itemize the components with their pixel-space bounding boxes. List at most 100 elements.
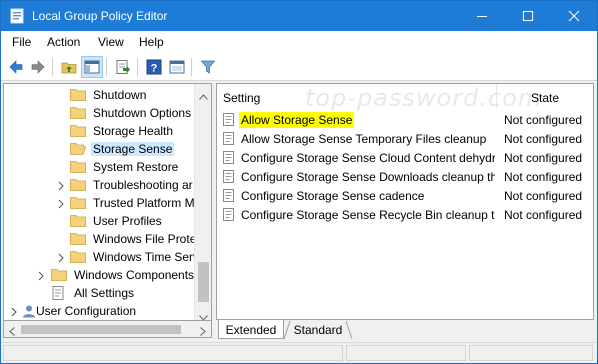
menu-help[interactable]: Help bbox=[139, 35, 164, 49]
policy-name: Allow Storage Sense Temporary Files clea… bbox=[241, 132, 487, 146]
menu-view[interactable]: View bbox=[98, 35, 124, 49]
tree-item-label: System Restore bbox=[93, 160, 179, 174]
tab-extended[interactable]: Extended bbox=[218, 320, 284, 339]
policy-setting-icon bbox=[223, 132, 234, 145]
tree-item-label: Trusted Platform M bbox=[93, 196, 195, 210]
policy-row[interactable]: Configure Storage Sense Recycle Bin clea… bbox=[217, 205, 593, 224]
tree-item-label: Windows Time Serv bbox=[93, 250, 200, 264]
back-button[interactable] bbox=[5, 56, 27, 78]
policy-row[interactable]: Allow Storage Sense Not configured bbox=[217, 110, 593, 129]
tree-item[interactable]: All Settings bbox=[4, 284, 197, 302]
tree-item[interactable]: Trusted Platform M bbox=[4, 194, 197, 212]
chevron-right-icon[interactable] bbox=[57, 252, 65, 263]
toolbar: ? bbox=[1, 53, 597, 81]
tree-item-label: Shutdown Options bbox=[93, 106, 192, 120]
tab-standard[interactable]: Standard bbox=[288, 320, 348, 339]
show-hide-tree-button[interactable] bbox=[81, 56, 103, 78]
policy-row[interactable]: Configure Storage Sense cadence Not conf… bbox=[217, 186, 593, 205]
tree-item-label: Storage Health bbox=[93, 124, 174, 138]
status-segment bbox=[469, 345, 593, 361]
folder-icon bbox=[70, 196, 86, 209]
minimize-button[interactable] bbox=[459, 1, 505, 31]
settings-list-pane[interactable]: top-password.com Setting State Allow Sto… bbox=[216, 83, 594, 320]
help-icon: ? bbox=[146, 59, 162, 75]
policy-setting-icon bbox=[223, 170, 234, 183]
folder-icon bbox=[70, 106, 86, 119]
filter-button[interactable] bbox=[197, 56, 219, 78]
tree-item[interactable]: Windows File Prote bbox=[4, 230, 197, 248]
tree-item-selected[interactable]: Storage Sense bbox=[4, 140, 197, 158]
policy-state: Not configured bbox=[504, 208, 583, 222]
group-policy-app-icon bbox=[10, 8, 24, 24]
menu-file[interactable]: File bbox=[12, 35, 31, 49]
column-header-state[interactable]: State bbox=[531, 84, 559, 108]
scrollbar-thumb[interactable] bbox=[21, 325, 181, 334]
tree-item-label: Windows File Prote bbox=[93, 232, 197, 246]
status-segment bbox=[3, 345, 343, 361]
policy-state: Not configured bbox=[504, 151, 583, 165]
open-folder-icon bbox=[70, 142, 87, 155]
filter-icon bbox=[200, 60, 216, 74]
forward-button[interactable] bbox=[27, 56, 49, 78]
policy-state: Not configured bbox=[504, 170, 583, 184]
close-button[interactable] bbox=[551, 1, 597, 31]
scroll-right-icon[interactable] bbox=[200, 325, 206, 339]
up-folder-icon bbox=[61, 62, 77, 74]
policy-row[interactable]: Configure Storage Sense Cloud Content de… bbox=[217, 148, 593, 167]
column-divider[interactable] bbox=[496, 84, 497, 108]
folder-icon bbox=[70, 160, 86, 173]
tree-item[interactable]: Troubleshooting ar bbox=[4, 176, 197, 194]
tree-item[interactable]: System Restore bbox=[4, 158, 197, 176]
properties-button[interactable] bbox=[166, 56, 188, 78]
tree-item-label: Shutdown bbox=[93, 88, 147, 102]
policy-setting-icon bbox=[223, 208, 234, 221]
tree-item[interactable]: Shutdown Options bbox=[4, 104, 197, 122]
maximize-icon bbox=[523, 11, 533, 21]
tree-item[interactable]: Shutdown bbox=[4, 86, 197, 104]
title-bar[interactable]: Local Group Policy Editor bbox=[1, 1, 597, 31]
policy-name: Configure Storage Sense Downloads cleanu… bbox=[241, 170, 495, 184]
tree-item[interactable]: Windows Components bbox=[4, 266, 197, 284]
tree-item[interactable]: User Profiles bbox=[4, 212, 197, 230]
scroll-left-icon[interactable] bbox=[9, 325, 15, 339]
help-button[interactable]: ? bbox=[143, 56, 165, 78]
column-header-setting[interactable]: Setting bbox=[223, 84, 260, 108]
tree-item-label: User Profiles bbox=[93, 214, 162, 228]
tree-item-label: All Settings bbox=[74, 286, 135, 300]
scroll-down-icon[interactable] bbox=[199, 310, 208, 320]
menu-bar: File Action View Help bbox=[1, 31, 597, 53]
folder-icon bbox=[70, 250, 86, 263]
status-bar bbox=[1, 342, 597, 363]
up-folder-button[interactable] bbox=[58, 56, 80, 78]
tab-divider bbox=[283, 320, 291, 340]
tree-item[interactable]: Windows Time Serv bbox=[4, 248, 199, 266]
policy-name: Configure Storage Sense Cloud Content de… bbox=[241, 151, 495, 165]
chevron-right-icon[interactable] bbox=[37, 270, 45, 281]
policy-row[interactable]: Allow Storage Sense Temporary Files clea… bbox=[217, 129, 593, 148]
policy-setting-icon bbox=[223, 151, 234, 164]
maximize-button[interactable] bbox=[505, 1, 551, 31]
policy-row[interactable]: Configure Storage Sense Downloads cleanu… bbox=[217, 167, 593, 186]
chevron-right-icon[interactable] bbox=[57, 180, 65, 191]
tree-pane[interactable]: Shutdown Shutdown Options Storage Health… bbox=[3, 83, 212, 321]
folder-icon bbox=[70, 178, 86, 191]
export-list-button[interactable] bbox=[112, 56, 134, 78]
minimize-icon bbox=[477, 16, 487, 17]
scrollbar-thumb[interactable] bbox=[198, 262, 209, 302]
tree-item[interactable]: User Configuration bbox=[4, 302, 197, 320]
tree-item-label: Troubleshooting ar bbox=[93, 178, 193, 192]
policy-name: Configure Storage Sense cadence bbox=[241, 189, 425, 203]
tree-item-label: User Configuration bbox=[36, 304, 137, 318]
svg-text:?: ? bbox=[151, 63, 158, 75]
tree-item-label: Windows Components bbox=[74, 268, 195, 282]
tab-divider bbox=[345, 320, 353, 340]
tree-item[interactable]: Storage Health bbox=[4, 122, 197, 140]
tree-vertical-scrollbar[interactable] bbox=[194, 84, 211, 320]
chevron-right-icon[interactable] bbox=[10, 306, 18, 317]
scroll-up-icon[interactable] bbox=[199, 89, 208, 100]
chevron-right-icon[interactable] bbox=[57, 198, 65, 209]
folder-icon bbox=[70, 214, 86, 227]
close-icon bbox=[568, 10, 580, 22]
menu-action[interactable]: Action bbox=[47, 35, 80, 49]
tree-horizontal-scrollbar[interactable] bbox=[3, 321, 212, 338]
